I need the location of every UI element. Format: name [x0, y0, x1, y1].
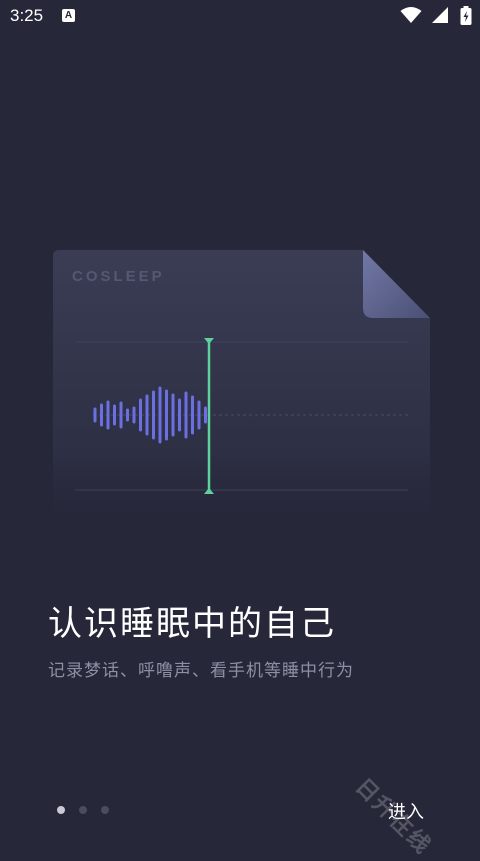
recording-illustration	[53, 250, 430, 540]
battery-charging-icon	[460, 6, 472, 25]
pagination-dot[interactable]	[101, 806, 109, 814]
page-subtitle: 记录梦话、呼噜声、看手机等睡中行为	[48, 661, 354, 681]
folded-corner	[363, 250, 430, 318]
page-title: 认识睡眠中的自己	[48, 604, 336, 644]
status-time: 3:25	[10, 6, 44, 25]
pagination-dot[interactable]	[79, 806, 87, 814]
watermark: 日升在线	[350, 774, 436, 860]
wifi-icon	[400, 7, 422, 23]
pagination-dot[interactable]	[57, 806, 65, 814]
status-bar: 3:25 A	[0, 0, 480, 34]
status-icons	[400, 6, 472, 26]
brand-label: COSLEEP	[72, 268, 165, 285]
signal-icon	[431, 7, 448, 23]
a-badge-icon: A	[62, 9, 75, 22]
